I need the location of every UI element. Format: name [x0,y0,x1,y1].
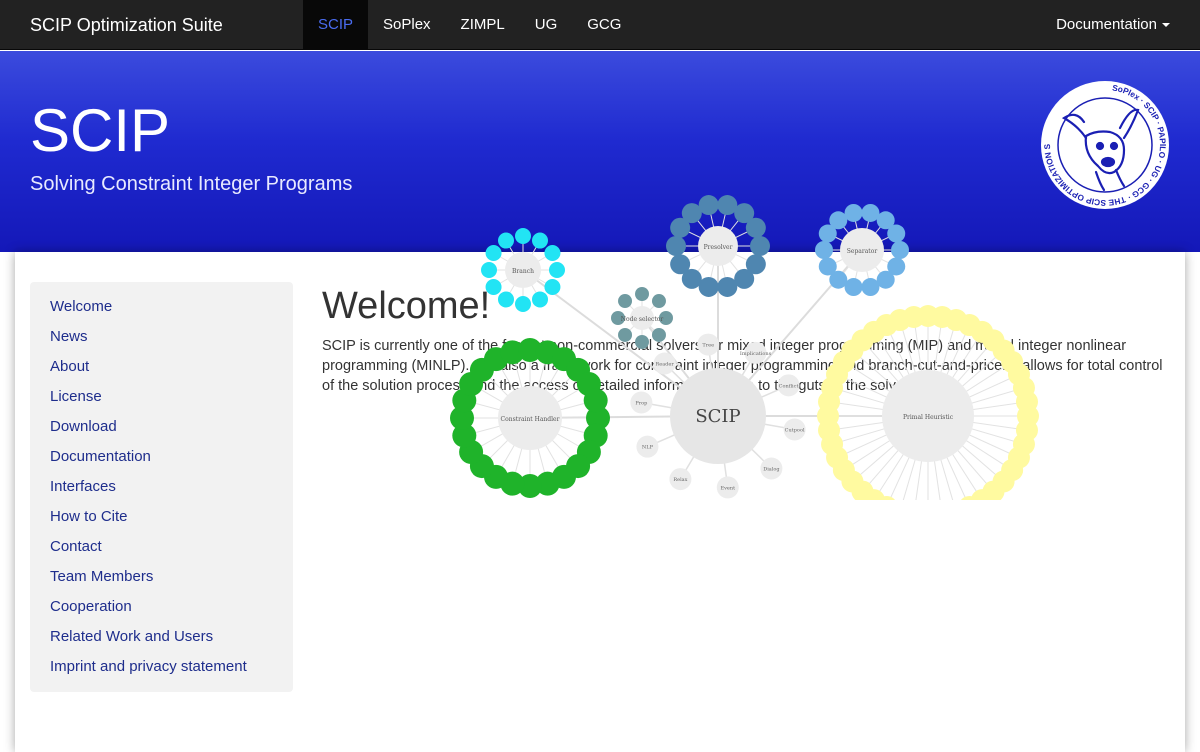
plugin-bubble [532,232,548,249]
plugin-bubble [618,327,633,342]
page-subtitle: Solving Constraint Integer Programs [30,173,353,195]
sidebar-item-download[interactable]: Download [30,416,293,446]
plugin-bubble [481,262,497,278]
plugin-bubble [666,236,686,256]
plugin-bubble [635,287,649,301]
scip-hub-label: SCIP [695,406,740,427]
plugin-bubble [635,335,649,349]
sidebar-item-how-to-cite[interactable]: How to Cite [30,506,293,536]
satellite-label: Reader [655,362,674,368]
sidebar-item-interfaces[interactable]: Interfaces [30,476,293,506]
satellite-label: Dialog [763,466,780,472]
satellite-label: Event [720,485,735,491]
sidebar-item-contact[interactable]: Contact [30,536,293,566]
documentation-dropdown[interactable]: Documentation [1056,0,1170,50]
plugin-bubble [717,276,738,297]
plugin-bubble [532,291,548,308]
satellite-label: NLP [642,445,654,451]
tab-scip[interactable]: SCIP [303,0,369,50]
plugin-bubble [745,217,766,238]
plugin-bubble [815,241,833,259]
cluster-label: Primal Heuristic [903,414,954,421]
plugin-bubble [651,294,666,309]
page-title: SCIP [30,97,171,164]
sidebar-item-news[interactable]: News [30,326,293,356]
plugin-bubble [891,241,909,259]
scip-plugin-diagram: Branch Presolver Separator Node selector Con… [450,195,1039,500]
plugin-bubble [651,327,666,342]
tab-soplex[interactable]: SoPlex [368,0,446,50]
plugin-bubble [698,195,719,216]
plugin-bubble [1015,390,1038,413]
sidebar-item-team-members[interactable]: Team Members [30,566,293,596]
cluster-label: Presolver [704,244,733,251]
plugin-bubble [515,228,531,244]
sidebar-item-license[interactable]: License [30,386,293,416]
plugin-bubble [515,296,531,312]
plugin-bubble [544,279,561,295]
caret-down-icon [1162,23,1170,28]
plugin-bubble [498,291,514,308]
sidebar-item-imprint[interactable]: Imprint and privacy statement [30,656,293,686]
plugin-bubble [861,278,880,297]
plugin-bubble [844,203,863,222]
plugin-bubble [887,224,906,243]
plugin-bubble [544,245,561,261]
plugin-bubble [485,245,502,261]
plugin-bubble [549,262,565,278]
sidebar-nav: Welcome News About License Download Docu… [30,282,293,692]
satellite-label: Relax [673,477,687,483]
tab-ug[interactable]: UG [520,0,573,50]
cluster-label: Separator [847,248,878,255]
product-tabs: SCIP SoPlex ZIMPL UG GCG [303,0,636,50]
plugin-bubble [750,236,770,256]
sidebar-item-cooperation[interactable]: Cooperation [30,596,293,626]
top-navbar: SCIP Optimization Suite SCIP SoPlex ZIMP… [0,0,1200,50]
documentation-dropdown-label: Documentation [1056,16,1157,33]
sidebar-item-related-work[interactable]: Related Work and Users [30,626,293,656]
plugin-bubble [818,257,837,276]
satellite-label: Conflict [779,383,799,389]
plugin-bubble [485,279,502,295]
tab-gcg[interactable]: GCG [572,0,636,50]
satellite-label: Tree [702,343,714,349]
tab-zimpl[interactable]: ZIMPL [446,0,520,50]
plugin-bubble [498,232,514,249]
cluster-label: Constraint Handler [501,416,560,423]
sidebar-item-welcome[interactable]: Welcome [30,296,293,326]
plugin-bubble [670,254,691,275]
sidebar-item-documentation[interactable]: Documentation [30,446,293,476]
brand-link[interactable]: SCIP Optimization Suite [30,0,223,50]
satellite-label: Implications [740,351,772,357]
satellite-label: Cutpool [785,427,805,433]
cluster-label: Node selector [621,316,664,323]
plugin-bubble [583,388,608,413]
plugin-bubble [618,294,633,309]
satellite-label: Prop [635,401,647,407]
cluster-label: Branch [512,268,534,275]
sidebar-item-about[interactable]: About [30,356,293,386]
